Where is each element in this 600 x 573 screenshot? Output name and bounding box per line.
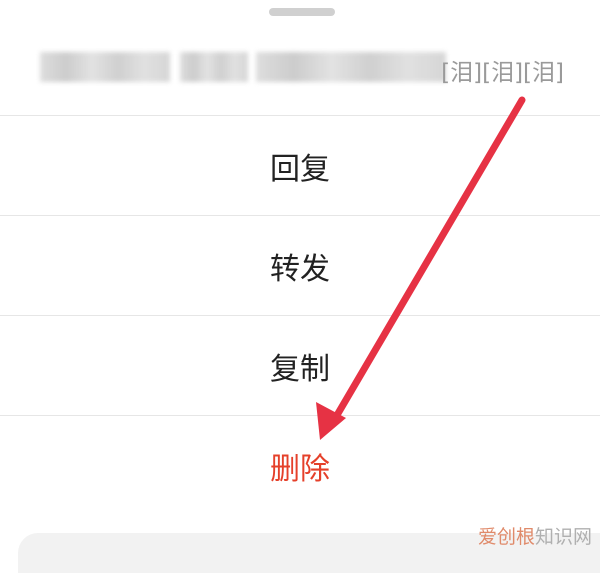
watermark-part2: 知识网 [534,526,592,548]
menu-item-copy[interactable]: 复制 [0,316,600,416]
blurred-message-text [40,52,170,82]
menu-item-forward[interactable]: 转发 [0,216,600,316]
menu-item-reply[interactable]: 回复 [0,116,600,216]
watermark-part1: 爱创根 [477,526,535,548]
drag-handle[interactable] [269,8,335,16]
preview-emoji-text: [泪][泪][泪] [441,60,564,86]
menu-item-delete[interactable]: 删除 [0,416,600,516]
blurred-message-text [256,52,446,82]
watermark: 爱创根知识网 [478,522,592,549]
blurred-message-text [180,52,248,82]
action-sheet: [泪][泪][泪] 回复 转发 复制 删除 爱创根知识网 [0,0,600,573]
